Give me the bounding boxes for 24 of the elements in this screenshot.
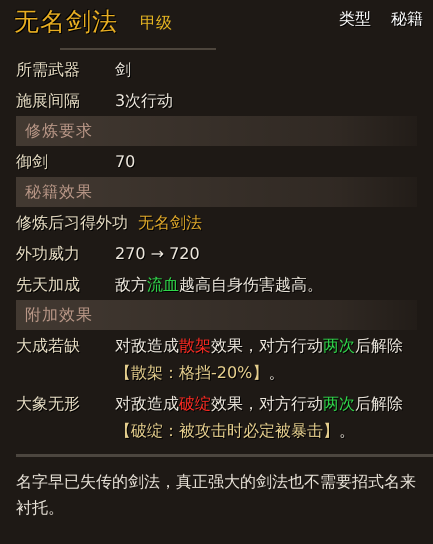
row-label: 施展间隔 bbox=[16, 90, 81, 112]
item-title: 无名剑法 bbox=[14, 6, 118, 38]
row-value: 3次行动 bbox=[115, 90, 174, 112]
section-header: 修炼要求 bbox=[16, 116, 417, 146]
row-value: 敌方流血越高自身伤害越高。 bbox=[115, 274, 323, 296]
row-value: 对敌造成破绽效果，对方行动两次后解除 【破绽：被攻击时必定被暴击】。 bbox=[115, 393, 403, 442]
row-label: 御剑 bbox=[16, 151, 49, 173]
row-label: 大象无形 bbox=[16, 393, 81, 415]
row-label: 修炼后习得外功 bbox=[16, 212, 129, 234]
row-value: 对敌造成散架效果，对方行动两次后解除 【散架：格挡-20%】。 bbox=[115, 335, 403, 384]
row-value: 270 → 720 bbox=[115, 243, 200, 265]
item-description: 名字早已失传的剑法，真正强大的剑法也不需要招式名来衬托。 bbox=[15, 471, 417, 519]
row-value: 剑 bbox=[115, 59, 131, 81]
type-value: 秘籍 bbox=[391, 9, 423, 30]
row-label: 大成若缺 bbox=[16, 335, 81, 357]
row-label: 所需武器 bbox=[16, 59, 81, 81]
row-label: 先天加成 bbox=[16, 274, 81, 296]
type-label: 类型 bbox=[339, 9, 371, 30]
grade-label: 甲级 bbox=[140, 13, 172, 34]
section-header: 附加效果 bbox=[16, 300, 417, 330]
row-value: 70 bbox=[115, 151, 136, 173]
row-value: 无名剑法 bbox=[138, 212, 202, 234]
section-header: 秘籍效果 bbox=[16, 177, 417, 207]
row-label: 外功威力 bbox=[16, 243, 81, 265]
